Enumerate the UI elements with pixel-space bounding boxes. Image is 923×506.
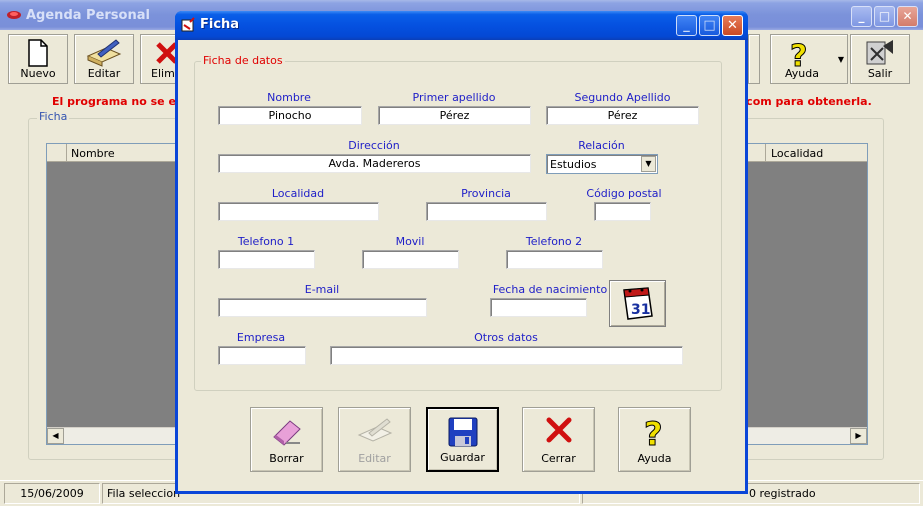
app-icon xyxy=(7,11,21,19)
salir-label: Salir xyxy=(867,67,893,80)
cerrar-button[interactable]: Cerrar xyxy=(522,407,595,472)
telefono1-field[interactable] xyxy=(218,250,315,269)
segundo-apellido-label: Segundo Apellido xyxy=(574,91,671,104)
grid-header-corner xyxy=(47,144,67,162)
telefono2-label: Telefono 2 xyxy=(525,235,583,248)
codigo-postal-label: Código postal xyxy=(586,187,662,200)
movil-field[interactable] xyxy=(362,250,459,269)
editar-toolbar-button[interactable]: Editar xyxy=(74,34,134,84)
email-label: E-mail xyxy=(304,283,340,296)
dialog-app-icon xyxy=(181,17,195,32)
main-window-title: Agenda Personal xyxy=(26,8,150,23)
maximize-icon: □ xyxy=(878,9,891,23)
close-x-icon xyxy=(546,417,571,443)
empresa-field[interactable] xyxy=(218,346,306,365)
otros-datos-label: Otros datos xyxy=(474,331,538,344)
main-minimize-button[interactable]: _ xyxy=(851,6,872,27)
fecha-nacimiento-label: Fecha de nacimiento xyxy=(492,283,608,296)
direccion-field[interactable] xyxy=(218,154,531,173)
dialog-title-bar[interactable]: Ficha _ □ ✕ xyxy=(175,11,748,40)
borrar-label: Borrar xyxy=(269,452,304,465)
calendar-button[interactable]: 31 xyxy=(609,280,666,327)
provincia-field[interactable] xyxy=(426,202,547,221)
toolbar-hidden-button xyxy=(748,34,760,84)
dialog-title: Ficha xyxy=(200,17,240,32)
main-close-button[interactable]: ✕ xyxy=(897,6,918,27)
ficha-group-label: Ficha xyxy=(37,110,70,123)
telefono2-field[interactable] xyxy=(506,250,603,269)
empresa-label: Empresa xyxy=(236,331,286,344)
column-header-nombre[interactable]: Nombre xyxy=(71,147,115,160)
ayuda-button[interactable]: ? Ayuda xyxy=(618,407,691,472)
email-field[interactable] xyxy=(218,298,427,317)
dialog-minimize-button[interactable]: _ xyxy=(676,15,697,36)
segundo-apellido-field[interactable] xyxy=(546,106,699,125)
eliminar-toolbar-label: Elimin xyxy=(151,67,185,80)
codigo-postal-field[interactable] xyxy=(594,202,651,221)
dialog-maximize-button[interactable]: □ xyxy=(699,15,720,36)
edit-book-icon xyxy=(86,39,122,67)
otros-datos-field[interactable] xyxy=(330,346,683,365)
banner-text-left: El programa no se enc xyxy=(52,95,191,108)
nuevo-label: Nuevo xyxy=(20,67,56,80)
minimize-icon: _ xyxy=(858,9,865,23)
exit-door-icon xyxy=(866,40,893,65)
save-floppy-icon xyxy=(448,417,477,447)
provincia-label: Provincia xyxy=(461,187,511,200)
ficha-dialog: Ficha _ □ ✕ Ficha de datos Nombre Primer… xyxy=(175,11,748,494)
close-icon: ✕ xyxy=(727,18,738,33)
localidad-label: Localidad xyxy=(271,187,325,200)
relacion-label: Relación xyxy=(578,139,625,152)
cerrar-label: Cerrar xyxy=(541,452,576,465)
maximize-icon: □ xyxy=(703,18,716,33)
minimize-icon: _ xyxy=(683,18,690,33)
edit-book-icon xyxy=(357,418,392,442)
help-question-icon: ? xyxy=(643,415,663,449)
salir-button[interactable]: Salir xyxy=(850,34,910,84)
banner-text-right: .com para obtenerla. xyxy=(742,95,872,108)
fecha-nacimiento-field[interactable] xyxy=(490,298,587,317)
ayuda-label: Ayuda xyxy=(637,452,672,465)
column-header-localidad[interactable]: Localidad xyxy=(771,147,823,160)
svg-text:?: ? xyxy=(644,415,663,449)
calendar-icon: 31 xyxy=(623,287,653,320)
guardar-button[interactable]: Guardar xyxy=(426,407,499,472)
ayuda-toolbar-button[interactable]: ? Ayuda ▼ xyxy=(770,34,848,84)
relacion-selected-value: Estudios xyxy=(550,158,597,171)
dialog-close-button[interactable]: ✕ xyxy=(722,15,743,36)
editar-toolbar-label: Editar xyxy=(87,67,121,80)
primer-apellido-label: Primer apellido xyxy=(412,91,496,104)
nuevo-button[interactable]: Nuevo xyxy=(8,34,68,84)
telefono1-label: Telefono 1 xyxy=(237,235,295,248)
nombre-field[interactable] xyxy=(218,106,362,125)
status-date: 15/06/2009 xyxy=(4,483,100,504)
primer-apellido-field[interactable] xyxy=(378,106,531,125)
editar-button[interactable]: Editar xyxy=(338,407,411,472)
svg-text:?: ? xyxy=(790,39,807,70)
close-icon: ✕ xyxy=(902,9,913,23)
dropdown-arrow-icon[interactable]: ▼ xyxy=(838,55,844,64)
eraser-icon xyxy=(272,420,301,446)
direccion-label: Dirección xyxy=(348,139,400,152)
new-document-icon xyxy=(28,39,48,67)
movil-label: Movil xyxy=(395,235,425,248)
column-divider xyxy=(765,144,766,162)
guardar-label: Guardar xyxy=(440,451,485,464)
calendar-day-text: 31 xyxy=(631,302,650,318)
scroll-right-icon[interactable]: ▶ xyxy=(850,428,867,444)
main-maximize-button[interactable]: □ xyxy=(874,6,895,27)
scroll-left-icon[interactable]: ◀ xyxy=(47,428,64,444)
dialog-client-area: Ficha de datos Nombre Primer apellido Se… xyxy=(178,40,745,491)
editar-label: Editar xyxy=(358,452,391,465)
localidad-field[interactable] xyxy=(218,202,379,221)
relacion-select[interactable]: Estudios ▼ xyxy=(546,154,658,174)
chevron-down-icon[interactable]: ▼ xyxy=(641,156,656,172)
eliminar-toolbar-button[interactable]: Elimin xyxy=(140,34,185,84)
ficha-datos-label: Ficha de datos xyxy=(201,54,285,67)
ayuda-toolbar-label: Ayuda xyxy=(785,67,819,80)
borrar-button[interactable]: Borrar xyxy=(250,407,323,472)
nombre-label: Nombre xyxy=(267,91,311,104)
help-question-icon: ? xyxy=(790,39,808,71)
